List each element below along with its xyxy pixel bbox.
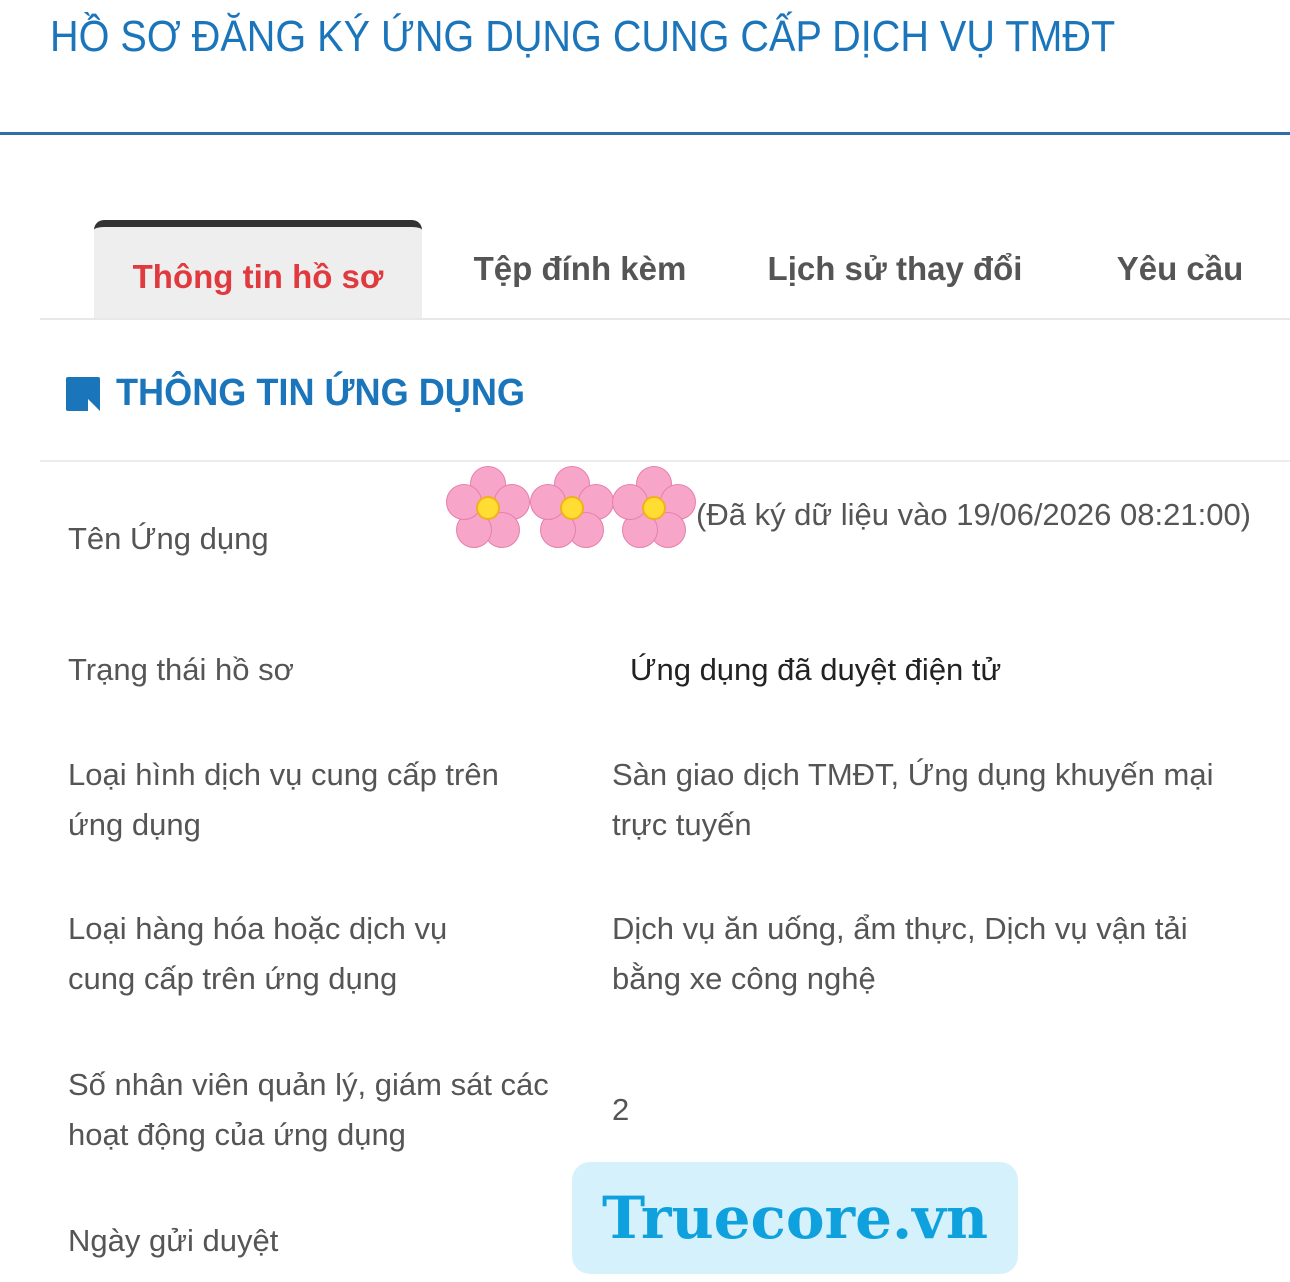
field-label-service-type: Loại hình dịch vụ cung cấp trên ứng dụng — [68, 757, 499, 842]
field-label-staff-count: Số nhân viên quản lý, giám sát các hoạt … — [68, 1067, 549, 1152]
redaction-overlay — [446, 466, 696, 556]
tab-tep-dinh-kem[interactable]: Tệp đính kèm — [450, 220, 710, 318]
section-header: THÔNG TIN ỨNG DỤNG — [66, 372, 547, 415]
page-title: HỒ SƠ ĐĂNG KÝ ỨNG DỤNG CUNG CẤP DỊCH VỤ … — [50, 12, 1116, 61]
field-label-status: Trạng thái hồ sơ — [68, 652, 294, 687]
watermark-text: Truecore.vn — [601, 1184, 989, 1252]
tab-lich-su-thay-doi[interactable]: Lịch sử thay đổi — [740, 220, 1050, 318]
field-value-service-type: Sàn giao dịch TMĐT, Ứng dụng khuyến mại … — [612, 757, 1214, 842]
field-value-status: Ứng dụng đã duyệt điện tử — [630, 652, 1002, 687]
cherry-blossom-icon — [446, 466, 530, 550]
section-title: THÔNG TIN ỨNG DỤNG — [116, 372, 525, 414]
section-divider — [40, 460, 1290, 462]
field-value-staff-count: 2 — [612, 1092, 630, 1127]
cherry-blossom-icon — [612, 466, 696, 550]
field-label-submit-date: Ngày gửi duyệt — [68, 1223, 279, 1258]
cherry-blossom-icon — [530, 466, 614, 550]
tab-thong-tin-ho-so[interactable]: Thông tin hồ sơ — [94, 220, 422, 318]
title-divider — [0, 132, 1290, 135]
note-edit-icon — [66, 376, 100, 411]
field-value-goods-type: Dịch vụ ăn uống, ẩm thực, Dịch vụ vận tả… — [612, 911, 1188, 996]
field-value-app-name: (Đã ký dữ liệu vào 19/06/2026 08:21:00) — [696, 497, 1252, 532]
tab-bar: Thông tin hồ sơ Tệp đính kèm Lịch sử tha… — [40, 220, 1290, 320]
field-label-goods-type: Loại hàng hóa hoặc dịch vụ cung cấp trên… — [68, 911, 448, 996]
tab-yeu-cau[interactable]: Yêu cầu — [1080, 220, 1280, 318]
watermark-badge: Truecore.vn — [572, 1162, 1018, 1274]
